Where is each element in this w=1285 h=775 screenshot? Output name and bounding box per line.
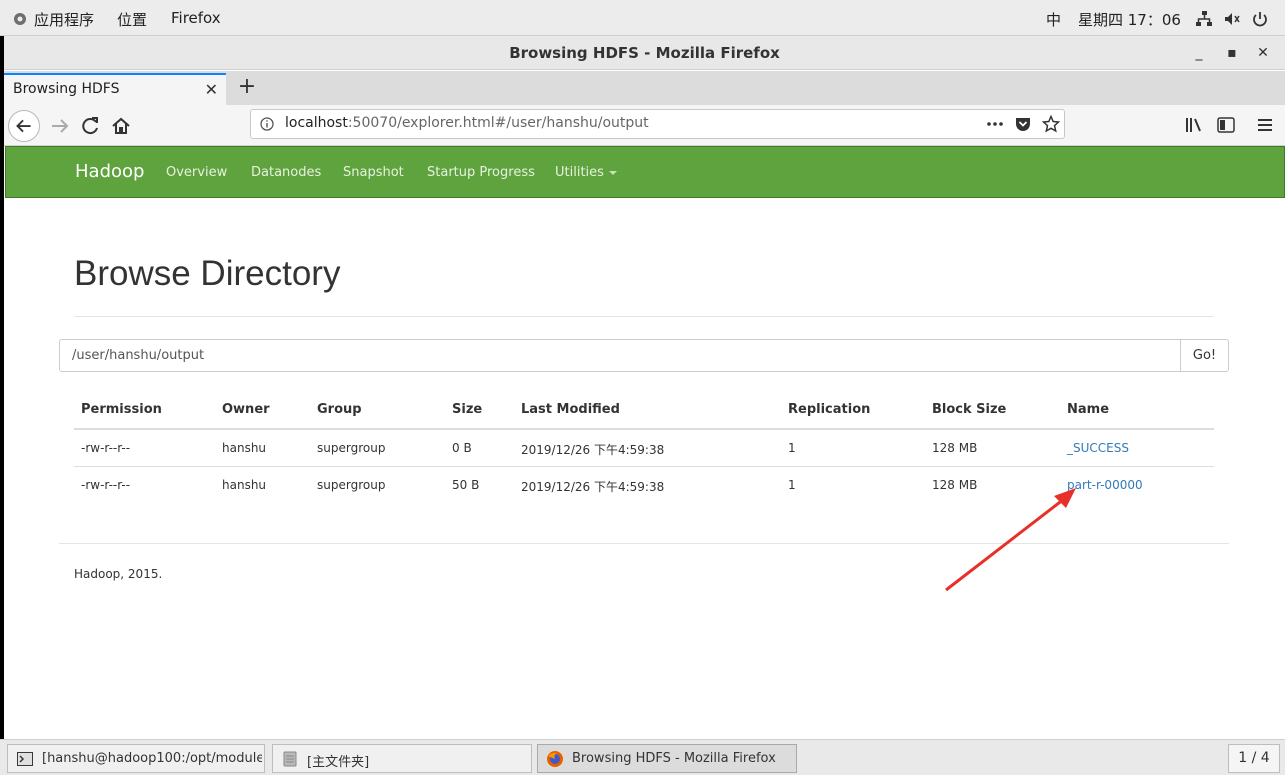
col-size[interactable]: Size <box>452 402 482 417</box>
cell-group: supergroup <box>317 478 386 492</box>
minimize-icon[interactable]: _ <box>1190 44 1208 62</box>
nav-snapshot[interactable]: Snapshot <box>343 165 404 180</box>
window-titlebar: Browsing HDFS - Mozilla Firefox _ ▪ ✕ <box>4 36 1285 70</box>
cell-replication: 1 <box>788 478 796 492</box>
input-method-indicator[interactable]: 中 <box>1046 9 1061 30</box>
hamburger-menu-icon[interactable] <box>1257 117 1273 133</box>
table-header-divider <box>74 428 1214 430</box>
nav-utilities[interactable]: Utilities <box>555 165 617 180</box>
col-owner[interactable]: Owner <box>222 402 270 417</box>
cell-permission: -rw-r--r-- <box>81 478 131 492</box>
firefox-menu[interactable]: Firefox <box>171 9 221 27</box>
nav-datanodes[interactable]: Datanodes <box>251 165 321 180</box>
terminal-icon <box>17 752 33 766</box>
page-footer: Hadoop, 2015. <box>74 567 163 581</box>
window-title: Browsing HDFS - Mozilla Firefox <box>509 44 780 62</box>
footer-divider <box>59 543 1229 544</box>
tab-label: Browsing HDFS <box>13 81 120 97</box>
bottom-taskbar: [hanshu@hadoop100:/opt/module/… [主文件夹] B… <box>0 739 1285 775</box>
places-menu[interactable]: 位置 <box>117 9 147 30</box>
close-tab-icon[interactable]: ✕ <box>205 80 218 99</box>
cell-owner: hanshu <box>222 441 267 455</box>
site-info-icon[interactable] <box>260 117 274 131</box>
cell-permission: -rw-r--r-- <box>81 441 131 455</box>
row-divider <box>74 466 1214 467</box>
col-last-modified[interactable]: Last Modified <box>521 402 620 417</box>
nav-startup-progress[interactable]: Startup Progress <box>427 165 535 180</box>
cell-group: supergroup <box>317 441 386 455</box>
title-divider <box>74 316 1214 317</box>
applications-menu[interactable]: 应用程序 <box>34 9 94 30</box>
url-bar[interactable]: localhost:50070/explorer.html#/user/hans… <box>250 109 1065 139</box>
col-replication[interactable]: Replication <box>788 402 870 417</box>
new-tab-button[interactable]: + <box>234 75 260 101</box>
forward-button[interactable] <box>46 112 74 140</box>
folder-icon <box>283 751 297 767</box>
cell-size: 50 B <box>452 478 480 492</box>
cell-owner: hanshu <box>222 478 267 492</box>
firefox-window: Browsing HDFS - Mozilla Firefox _ ▪ ✕ Br… <box>4 36 1285 739</box>
hadoop-navbar: Hadoop Overview Datanodes Snapshot Start… <box>5 146 1285 198</box>
volume-icon[interactable] <box>1223 10 1241 28</box>
library-icon[interactable] <box>1185 117 1203 133</box>
tab-browsing-hdfs[interactable]: Browsing HDFS ✕ <box>4 73 226 105</box>
taskbar-item-firefox[interactable]: Browsing HDFS - Mozilla Firefox <box>537 744 797 773</box>
page-content: Hadoop Overview Datanodes Snapshot Start… <box>4 146 1285 739</box>
taskbar-item-label: [hanshu@hadoop100:/opt/module/… <box>42 751 262 766</box>
clock[interactable]: 星期四 17：06 <box>1078 9 1181 30</box>
taskbar-item-home-folder[interactable]: [主文件夹] <box>272 744 532 773</box>
reload-button[interactable] <box>76 112 104 140</box>
network-icon[interactable] <box>1195 10 1213 28</box>
navigation-toolbar: localhost:50070/explorer.html#/user/hans… <box>4 105 1285 146</box>
file-link-part-r-00000[interactable]: part-r-00000 <box>1067 478 1143 492</box>
cell-block-size: 128 MB <box>932 478 978 492</box>
chevron-down-icon <box>608 170 617 175</box>
taskbar-item-label: Browsing HDFS - Mozilla Firefox <box>572 751 776 766</box>
power-icon[interactable] <box>1251 10 1269 28</box>
system-top-bar: 应用程序 位置 Firefox 中 星期四 17：06 <box>0 0 1285 36</box>
applications-icon <box>14 13 26 25</box>
cell-size: 0 B <box>452 441 472 455</box>
taskbar-item-label: [主文件夹] <box>307 755 370 770</box>
close-window-icon[interactable]: ✕ <box>1254 44 1272 62</box>
workspace-pager[interactable]: 1 / 4 <box>1228 744 1280 773</box>
directory-path-input[interactable]: /user/hanshu/output <box>59 339 1181 372</box>
page-actions-icon[interactable] <box>986 119 1004 129</box>
page-title: Browse Directory <box>74 254 341 293</box>
firefox-icon <box>547 751 563 767</box>
cell-last-modified: 2019/12/26 下午4:59:38 <box>521 443 665 457</box>
maximize-icon[interactable]: ▪ <box>1223 44 1241 62</box>
col-name[interactable]: Name <box>1067 402 1109 417</box>
pocket-icon[interactable] <box>1015 116 1031 132</box>
sidebar-icon[interactable] <box>1217 117 1235 133</box>
go-button[interactable]: Go! <box>1180 339 1229 372</box>
cell-replication: 1 <box>788 441 796 455</box>
col-permission[interactable]: Permission <box>81 402 162 417</box>
tab-strip: Browsing HDFS ✕ + <box>4 71 1285 105</box>
back-button[interactable] <box>8 110 40 142</box>
taskbar-item-terminal[interactable]: [hanshu@hadoop100:/opt/module/… <box>7 744 265 773</box>
nav-utilities-label: Utilities <box>555 165 604 180</box>
hadoop-brand[interactable]: Hadoop <box>75 161 144 182</box>
col-group[interactable]: Group <box>317 402 362 417</box>
url-text: localhost:50070/explorer.html#/user/hans… <box>285 115 649 131</box>
home-button[interactable] <box>107 112 135 140</box>
cell-block-size: 128 MB <box>932 441 978 455</box>
nav-overview[interactable]: Overview <box>166 165 227 180</box>
bookmark-star-icon[interactable] <box>1042 115 1060 133</box>
file-link-success[interactable]: _SUCCESS <box>1067 441 1129 455</box>
cell-last-modified: 2019/12/26 下午4:59:38 <box>521 480 665 494</box>
directory-path-value: /user/hanshu/output <box>72 348 205 363</box>
col-block-size[interactable]: Block Size <box>932 402 1006 417</box>
